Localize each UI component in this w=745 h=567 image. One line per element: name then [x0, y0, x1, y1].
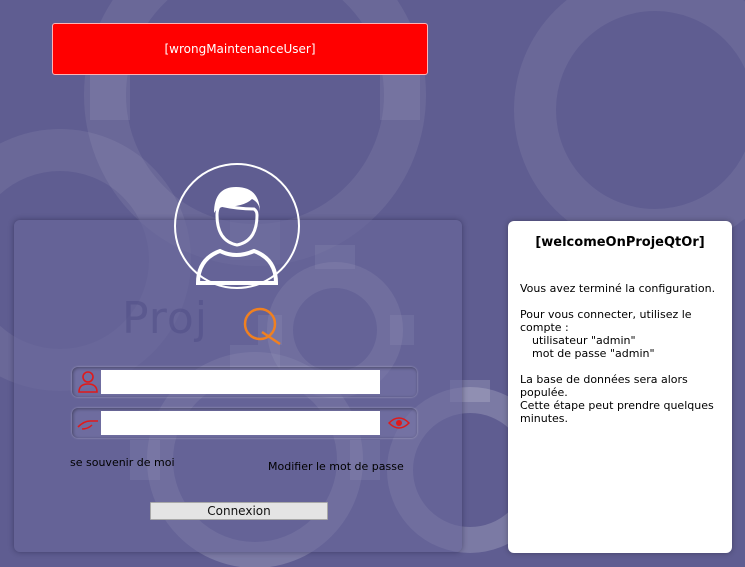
- error-message: [wrongMaintenanceUser]: [164, 42, 315, 56]
- user-icon: [76, 370, 100, 394]
- welcome-panel: [welcomeOnProjeQtOr] Vous avez terminé l…: [508, 221, 732, 553]
- logo-q-icon: [238, 302, 288, 350]
- username-input[interactable]: [101, 370, 380, 394]
- password-input[interactable]: [101, 411, 380, 435]
- welcome-line-3: utilisateur "admin": [520, 334, 720, 347]
- username-field: [72, 367, 417, 397]
- user-avatar-icon: [174, 163, 300, 289]
- welcome-line-4: mot de passe "admin": [520, 347, 720, 360]
- remember-label[interactable]: se souvenir de moi: [70, 456, 175, 469]
- welcome-line-1: Vous avez terminé la configuration.: [520, 282, 720, 295]
- password-field: [72, 408, 417, 438]
- eye-icon[interactable]: [388, 414, 410, 432]
- modify-password-link[interactable]: Modifier le mot de passe: [268, 460, 404, 473]
- welcome-body: Vous avez terminé la configuration. Pour…: [520, 282, 720, 425]
- logo-prefix: Proj: [122, 293, 208, 344]
- welcome-line-6: Cette étape peut prendre quelques minute…: [520, 399, 720, 425]
- error-banner: [wrongMaintenanceUser]: [52, 23, 428, 75]
- key-hand-icon: [76, 411, 100, 435]
- welcome-title: [welcomeOnProjeQtOr]: [520, 235, 720, 250]
- projeqtor-logo: Proj: [122, 293, 347, 345]
- welcome-line-2: Pour vous connecter, utilisez le compte …: [520, 308, 692, 334]
- remember-me[interactable]: se souvenir de moi: [70, 456, 175, 469]
- connect-button[interactable]: Connexion: [150, 502, 328, 520]
- welcome-line-5: La base de données sera alors populée.: [520, 373, 720, 399]
